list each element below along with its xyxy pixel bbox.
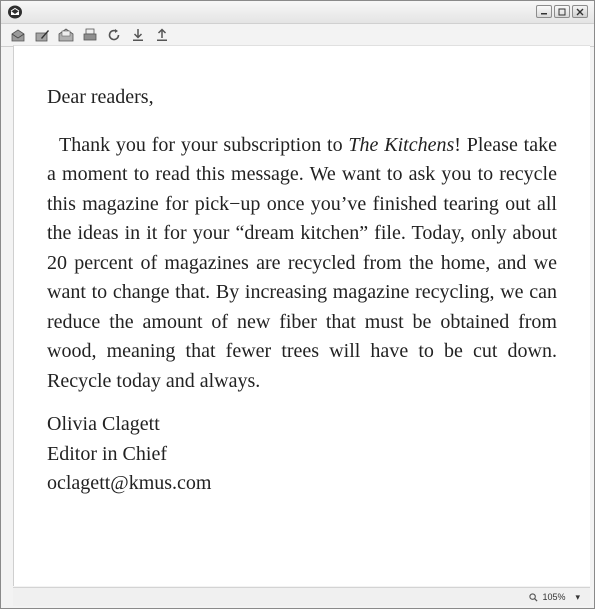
close-icon bbox=[576, 8, 584, 15]
toolbar bbox=[1, 24, 594, 47]
print-icon bbox=[83, 28, 97, 41]
maximize-icon bbox=[558, 8, 566, 15]
magazine-title: The Kitchens bbox=[348, 133, 455, 156]
status-bar: 105% ▾ bbox=[13, 587, 590, 606]
minimize-icon bbox=[541, 12, 547, 14]
download-button[interactable] bbox=[129, 26, 147, 44]
zoom-icon bbox=[529, 592, 538, 602]
inbox-icon bbox=[11, 29, 25, 42]
compose-icon bbox=[35, 30, 49, 42]
greeting: Dear readers, bbox=[47, 86, 154, 108]
close-button[interactable] bbox=[572, 5, 588, 18]
window-controls bbox=[536, 5, 588, 18]
refresh-icon bbox=[108, 29, 120, 41]
title-bar bbox=[1, 1, 594, 24]
message-body-pane: Dear readers, Thank you for your subscri… bbox=[13, 45, 590, 586]
signature-email: oclagett@kmus.com bbox=[47, 472, 212, 494]
print-button[interactable] bbox=[81, 26, 99, 44]
inbox-button[interactable] bbox=[9, 26, 27, 44]
mail-app-icon bbox=[8, 5, 22, 19]
letter: Dear readers, Thank you for your subscri… bbox=[47, 83, 557, 499]
download-icon bbox=[133, 29, 143, 41]
signature-name: Olivia Clagett bbox=[47, 413, 160, 435]
mail-window: Dear readers, Thank you for your subscri… bbox=[0, 0, 595, 609]
maximize-button[interactable] bbox=[554, 5, 570, 18]
refresh-button[interactable] bbox=[105, 26, 123, 44]
upload-button[interactable] bbox=[153, 26, 171, 44]
upload-icon bbox=[157, 28, 167, 41]
minimize-button[interactable] bbox=[536, 5, 552, 18]
signature-title: Editor in Chief bbox=[47, 442, 167, 465]
zoom-level[interactable]: 105% bbox=[542, 592, 565, 602]
body-text-rest: ! Please take a moment to read this mess… bbox=[47, 133, 557, 392]
zoom-dropdown-icon[interactable]: ▾ bbox=[575, 592, 580, 603]
body-text-start: Thank you for your subscription to bbox=[59, 133, 349, 156]
read-mail-icon bbox=[58, 28, 74, 42]
letter-body: Thank you for your subscription to The K… bbox=[47, 131, 557, 397]
read-mail-button[interactable] bbox=[57, 26, 75, 44]
compose-button[interactable] bbox=[33, 26, 51, 44]
